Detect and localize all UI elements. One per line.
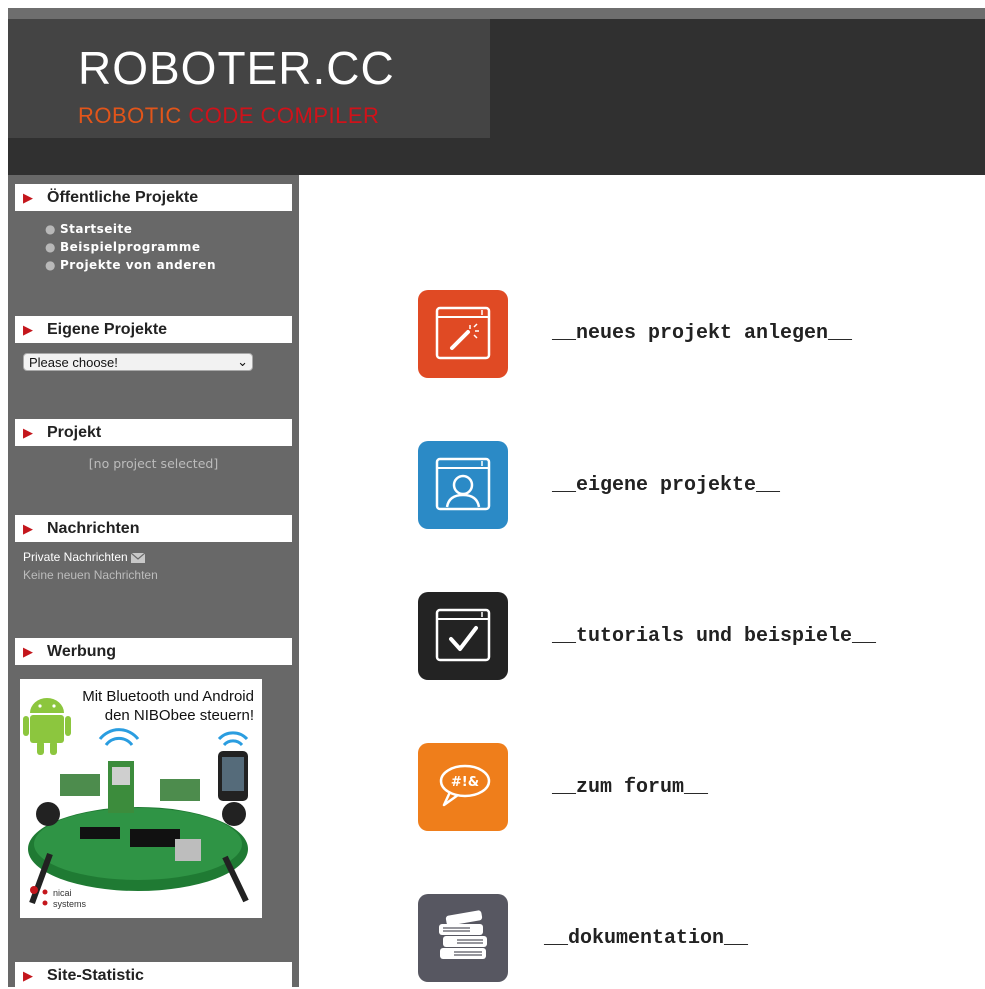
link-beispielprogramme[interactable]: ● Beispielprogramme (45, 238, 216, 256)
sidebar-heading-label: Projekt (47, 424, 102, 441)
triangle-right-icon: ▶ (23, 190, 33, 205)
forum-link[interactable]: __zum forum__ (552, 776, 708, 799)
svg-text:#!&: #!& (451, 775, 479, 790)
private-messages-link[interactable]: Private Nachrichten (23, 550, 145, 564)
brand-name: nicai (53, 888, 72, 898)
bullet-icon: ● (45, 222, 56, 236)
public-projects-links: ● Startseite ● Beispielprogramme ● Projekte… (45, 220, 216, 274)
ad-banner[interactable]: Mit Bluetooth und Android den NIBObee st… (20, 679, 262, 918)
sidebar-heading-ads[interactable]: ▶ Werbung (15, 638, 292, 665)
envelope-icon (130, 552, 145, 563)
sidebar-heading-project[interactable]: ▶ Projekt (15, 419, 292, 446)
triangle-right-icon: ▶ (23, 644, 33, 659)
documentation-link[interactable]: __dokumentation__ (544, 927, 748, 950)
robot-illustration: nicai systems (23, 698, 249, 909)
site-header: ROBOTER.CC ROBOTIC CODE COMPILER (8, 8, 985, 175)
bullet-icon: ● (45, 258, 56, 272)
sidebar-heading-own-projects[interactable]: ▶ Eigene Projekte (15, 316, 292, 343)
sidebar-heading-label: Werbung (47, 643, 117, 660)
books-icon (439, 910, 487, 959)
speech-bubble-icon: #!& (439, 764, 491, 807)
sidebar: ▶ Öffentliche Projekte ● Startseite ● Beis… (8, 175, 299, 989)
logo-subtitle: ROBOTIC CODE COMPILER (78, 105, 379, 127)
own-projects-tile[interactable] (418, 441, 508, 529)
logo-title: ROBOTER.CC (78, 42, 395, 94)
own-projects-link[interactable]: __eigene projekte__ (552, 474, 780, 497)
sidebar-heading-label: Eigene Projekte (47, 321, 168, 338)
bullet-icon: ● (45, 240, 56, 254)
logo-subtitle-code-compiler: CODE COMPILER (188, 103, 380, 128)
top-strip (0, 0, 985, 8)
robot-board (28, 761, 249, 905)
checkmark-window-icon (435, 608, 491, 662)
tutorials-link[interactable]: __tutorials und beispiele__ (552, 625, 876, 648)
own-projects-select[interactable]: Please choose! ⌄ (23, 353, 253, 371)
link-startseite[interactable]: ● Startseite (45, 220, 216, 238)
triangle-right-icon: ▶ (23, 521, 33, 536)
wifi-icon (98, 728, 249, 747)
sidebar-heading-public-projects[interactable]: ▶ Öffentliche Projekte (15, 184, 292, 211)
new-project-tile[interactable] (418, 290, 508, 378)
sidebar-heading-messages[interactable]: ▶ Nachrichten (15, 515, 292, 542)
brand-name: systems (53, 899, 87, 909)
logo-subtitle-robotic: ROBOTIC (78, 103, 182, 128)
phone-icon (218, 751, 248, 801)
sidebar-heading-label: Site-Statistic (47, 967, 144, 984)
tutorials-tile[interactable] (418, 592, 508, 680)
messages-status: Keine neuen Nachrichten (23, 568, 158, 582)
site-logo[interactable]: ROBOTER.CC ROBOTIC CODE COMPILER (8, 19, 490, 138)
triangle-right-icon: ▶ (23, 968, 33, 983)
header-top-bar (8, 8, 985, 19)
android-icon (23, 698, 71, 755)
user-window-icon (435, 457, 491, 511)
triangle-right-icon: ▶ (23, 322, 33, 337)
documentation-tile[interactable] (418, 894, 508, 982)
new-project-link[interactable]: __neues projekt anlegen__ (552, 322, 852, 345)
magic-wand-window-icon (435, 306, 491, 360)
sidebar-heading-label: Nachrichten (47, 520, 140, 537)
triangle-right-icon: ▶ (23, 425, 33, 440)
forum-tile[interactable]: #!& (418, 743, 508, 831)
sidebar-heading-label: Öffentliche Projekte (47, 189, 199, 206)
no-project-status: [no project selected] (88, 456, 219, 471)
link-projekte-von-anderen[interactable]: ● Projekte von anderen (45, 256, 216, 274)
chevron-down-icon: ⌄ (237, 354, 248, 369)
sidebar-heading-site-statistic[interactable]: ▶ Site-Statistic (15, 962, 292, 989)
